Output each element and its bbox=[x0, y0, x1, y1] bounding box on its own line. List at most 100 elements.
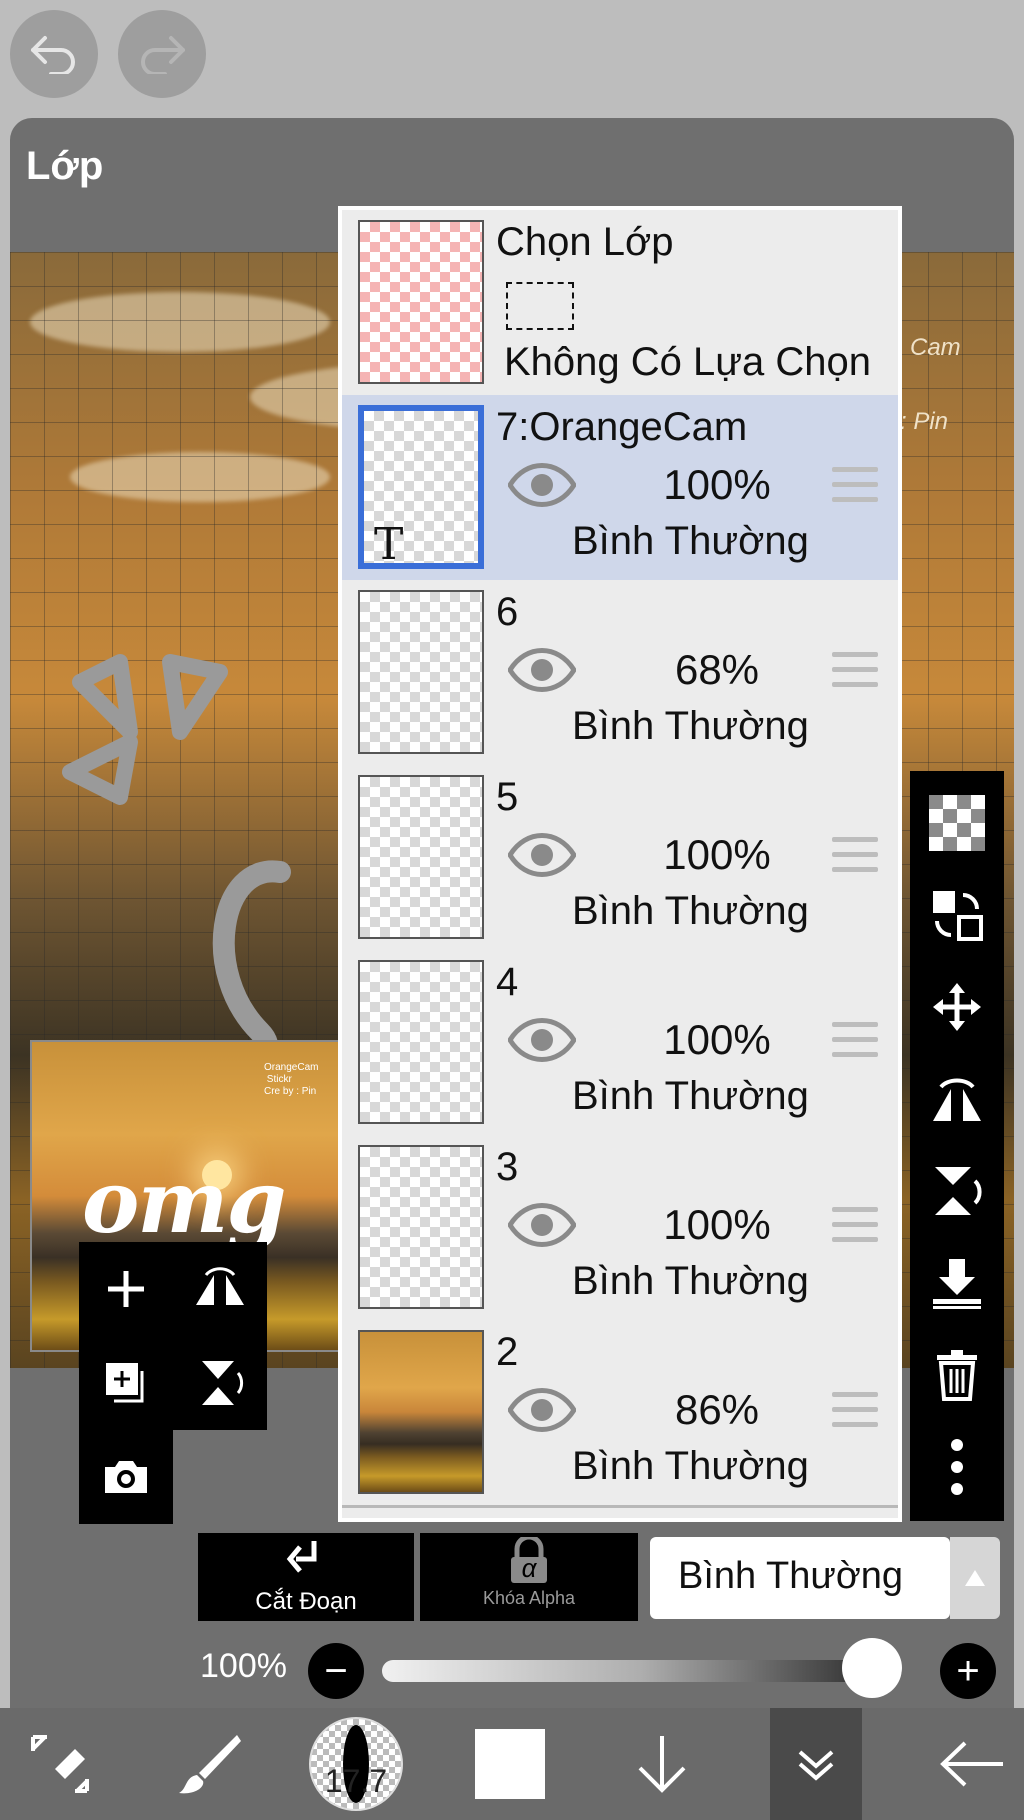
blend-mode-select[interactable]: Bình Thường bbox=[650, 1537, 950, 1619]
delete-layer-button[interactable] bbox=[925, 1343, 989, 1407]
flip-vertical-button[interactable] bbox=[173, 1336, 267, 1430]
minus-icon: − bbox=[324, 1648, 348, 1693]
drag-handle-icon[interactable] bbox=[832, 1022, 878, 1062]
layer-row[interactable]: 5 100% Bình Thường bbox=[342, 765, 898, 953]
arrow-down-icon bbox=[638, 1736, 686, 1793]
canvas-watermark: Cam bbox=[910, 334, 961, 361]
layer-blend-mode: Bình Thường bbox=[572, 889, 809, 933]
arrow-left-icon bbox=[940, 1741, 1003, 1787]
checkerboard-icon bbox=[929, 795, 985, 851]
layer-row[interactable]: 2 86% Bình Thường bbox=[342, 1320, 898, 1508]
move-down-button[interactable] bbox=[612, 1708, 712, 1820]
visibility-eye-icon[interactable] bbox=[508, 1018, 576, 1062]
layer-name: 7:OrangeCam bbox=[496, 405, 748, 449]
redo-button[interactable] bbox=[118, 10, 206, 98]
brush-size-button[interactable]: 17.7 bbox=[306, 1708, 406, 1820]
double-chevron-down-icon bbox=[798, 1750, 834, 1781]
plus-icon bbox=[108, 1271, 144, 1307]
move-button[interactable] bbox=[925, 975, 989, 1039]
layer-row[interactable]: 3 100% Bình Thường bbox=[342, 1135, 898, 1323]
layer-row[interactable]: 6 68% Bình Thường bbox=[342, 580, 898, 768]
back-button[interactable] bbox=[922, 1708, 1022, 1820]
flip-horizontal-button[interactable] bbox=[173, 1242, 267, 1336]
clipping-button[interactable]: Cắt Đoạn bbox=[198, 1533, 414, 1621]
camera-button[interactable] bbox=[79, 1430, 173, 1524]
merge-down-button[interactable] bbox=[925, 1251, 989, 1315]
layer-actions-toolbar bbox=[79, 1242, 267, 1524]
brush-preview: 17.7 bbox=[309, 1717, 403, 1811]
layer-thumbnail bbox=[358, 590, 484, 754]
layer-row[interactable]: 4 100% Bình Thường bbox=[342, 950, 898, 1138]
camera-icon bbox=[105, 1461, 147, 1493]
layer-thumbnail bbox=[358, 960, 484, 1124]
drag-handle-icon[interactable] bbox=[832, 467, 878, 507]
brush-tool-button[interactable] bbox=[160, 1708, 260, 1820]
move-arrows-icon bbox=[933, 983, 981, 1031]
more-options-button[interactable] bbox=[925, 1435, 989, 1499]
trash-icon bbox=[937, 1350, 977, 1401]
transparency-checker-button[interactable] bbox=[925, 791, 989, 855]
layer-opacity: 100% bbox=[663, 831, 771, 878]
visibility-eye-icon[interactable] bbox=[508, 648, 576, 692]
preview-small-text: OrangeCam Stickr Cre by : Pin bbox=[264, 1062, 319, 1097]
layer-name: 2 bbox=[496, 1330, 519, 1374]
visibility-eye-icon[interactable] bbox=[508, 1203, 576, 1247]
layer-opacity: 68% bbox=[674, 646, 760, 693]
layer-blend-mode: Bình Thường bbox=[572, 704, 809, 748]
transform-tool-button[interactable] bbox=[10, 1708, 110, 1820]
layer-opacity: 100% bbox=[663, 461, 771, 508]
merge-down-icon bbox=[933, 1259, 981, 1309]
flip-vertical-icon bbox=[202, 1361, 244, 1405]
visibility-eye-icon[interactable] bbox=[508, 1388, 576, 1432]
layer-blend-mode: Bình Thường bbox=[572, 1074, 809, 1118]
flip-horizontal-icon bbox=[933, 1078, 981, 1121]
layer-opacity: 100% bbox=[663, 1201, 771, 1248]
text-layer-icon: T bbox=[374, 519, 404, 570]
visibility-eye-icon[interactable] bbox=[508, 833, 576, 877]
bottom-toolbar: 17.7 bbox=[0, 1708, 1024, 1820]
color-swatch bbox=[475, 1729, 545, 1799]
layer-blend-mode: Bình Thường bbox=[572, 519, 809, 563]
swap-layers-button[interactable] bbox=[925, 883, 989, 947]
opacity-slider[interactable] bbox=[382, 1660, 902, 1682]
layer-list: Chọn Lớp Không Có Lựa Chọn T 7:OrangeCam… bbox=[338, 206, 902, 1522]
transform-icon bbox=[31, 1735, 89, 1793]
layer-thumbnail: T bbox=[358, 405, 484, 570]
alpha-symbol: α bbox=[521, 1553, 537, 1583]
triangle-up-icon bbox=[965, 1570, 985, 1586]
visibility-eye-icon[interactable] bbox=[508, 463, 576, 507]
drag-handle-icon[interactable] bbox=[832, 1207, 878, 1247]
layers-button[interactable] bbox=[770, 1708, 862, 1820]
flip-vertical-right-button[interactable] bbox=[925, 1159, 989, 1223]
alpha-lock-button[interactable]: α Khóa Alpha bbox=[420, 1533, 638, 1621]
opacity-slider-knob[interactable] bbox=[842, 1638, 902, 1698]
blend-mode-value: Bình Thường bbox=[678, 1555, 904, 1597]
top-bar bbox=[0, 0, 1024, 118]
layer-blend-mode: Bình Thường bbox=[572, 1444, 809, 1488]
add-layer-button[interactable] bbox=[79, 1242, 173, 1336]
color-swatch-button[interactable] bbox=[460, 1708, 560, 1820]
layer-name: 5 bbox=[496, 775, 519, 819]
clip-arrow-icon bbox=[286, 1541, 317, 1573]
brush-size-value: 17.7 bbox=[324, 1763, 388, 1799]
selection-title: Chọn Lớp bbox=[496, 220, 674, 264]
layer-row[interactable]: T 7:OrangeCam 100% Bình Thường bbox=[342, 395, 898, 583]
undo-button[interactable] bbox=[10, 10, 98, 98]
blend-mode-dropdown-button[interactable] bbox=[950, 1537, 1000, 1619]
opacity-increase-button[interactable]: + bbox=[940, 1643, 996, 1699]
canvas-watermark-2: : Pin bbox=[900, 408, 949, 435]
selection-layer-row[interactable]: Chọn Lớp Không Có Lựa Chọn bbox=[342, 210, 898, 398]
opacity-decrease-button[interactable]: − bbox=[308, 1643, 364, 1699]
flip-vertical-icon bbox=[935, 1167, 982, 1215]
duplicate-layer-button[interactable] bbox=[79, 1336, 173, 1430]
undo-arrow-icon bbox=[31, 36, 75, 74]
plus-icon: + bbox=[956, 1648, 980, 1693]
drag-handle-icon[interactable] bbox=[832, 837, 878, 877]
selection-marquee-icon bbox=[506, 282, 574, 330]
flip-horizontal-right-button[interactable] bbox=[925, 1067, 989, 1131]
drag-handle-icon[interactable] bbox=[832, 652, 878, 692]
drag-handle-icon[interactable] bbox=[832, 1392, 878, 1432]
opacity-label: 100% bbox=[200, 1647, 287, 1685]
layer-name: 6 bbox=[496, 590, 519, 634]
flip-horizontal-icon bbox=[196, 1267, 244, 1305]
